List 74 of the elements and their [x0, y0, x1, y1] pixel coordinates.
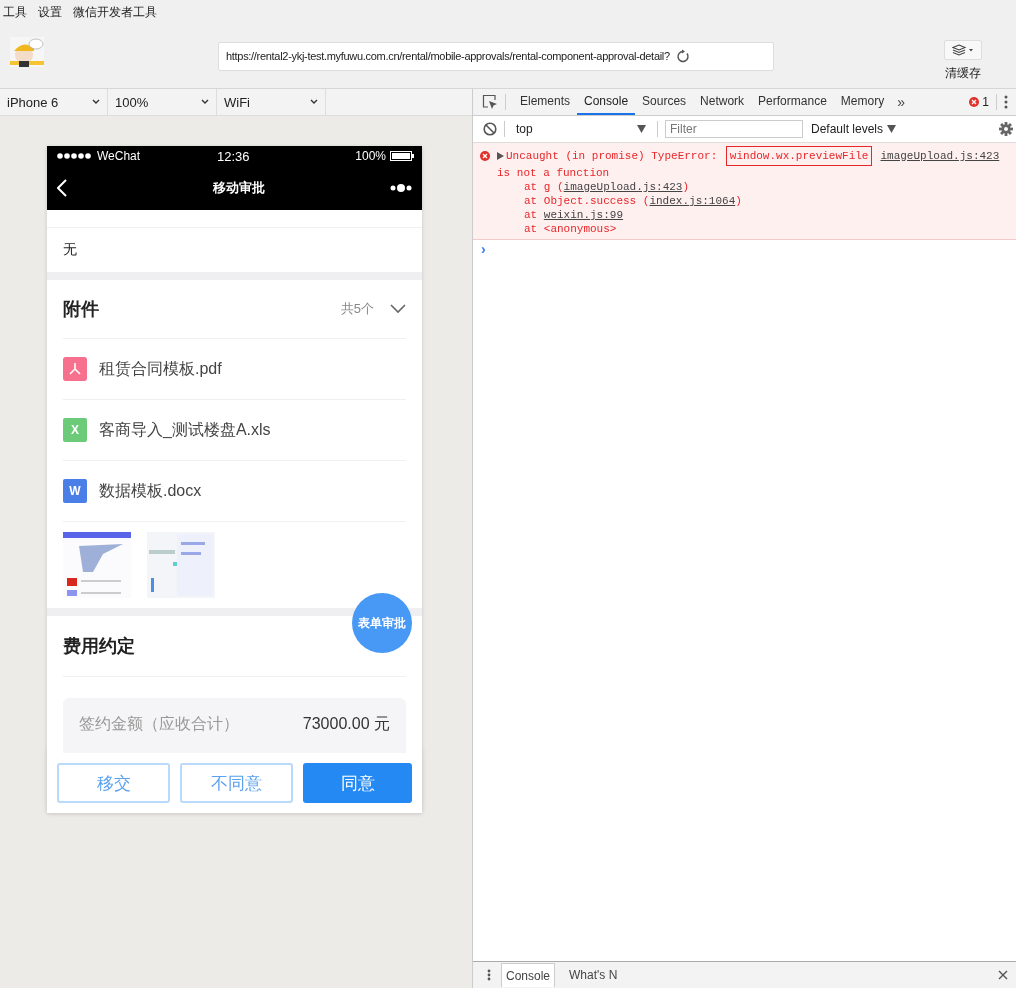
- layers-dropdown-button[interactable]: [944, 40, 982, 60]
- layers-icon: [952, 44, 974, 56]
- drawer-tab[interactable]: Console: [501, 963, 556, 987]
- signal-icon: [57, 153, 93, 159]
- device-select[interactable]: iPhone 6: [0, 89, 108, 115]
- expand-triangle-icon[interactable]: [497, 152, 504, 160]
- more-icon[interactable]: [390, 184, 412, 192]
- more-tabs-button[interactable]: »: [897, 94, 905, 110]
- menu-item[interactable]: 微信开发者工具: [73, 3, 157, 21]
- file-link[interactable]: 客商导入_测试楼盘A.xls: [99, 419, 271, 441]
- menu-item[interactable]: 设置: [38, 3, 62, 21]
- document-file-icon: W: [63, 479, 87, 503]
- error-message: is not a function: [496, 166, 611, 180]
- fee-value: 73000.00 元: [302, 713, 390, 734]
- filter-field[interactable]: Filter: [665, 120, 803, 138]
- source-link[interactable]: index.js:1064: [649, 194, 736, 208]
- file-link[interactable]: 租赁合同模板.pdf: [99, 358, 222, 380]
- source-link[interactable]: imageUpload.js:423: [563, 180, 683, 194]
- highlighted-error-text: window.wx.previewFile: [725, 146, 873, 166]
- kebab-menu-icon[interactable]: [487, 969, 491, 981]
- kebab-menu-icon[interactable]: [1004, 95, 1008, 109]
- devtools-tab[interactable]: Performance: [751, 89, 834, 115]
- chevron-icon: [310, 99, 318, 105]
- avatar-icon[interactable]: [10, 37, 44, 67]
- drawer-tab[interactable]: What's N: [565, 963, 622, 987]
- log-levels-select[interactable]: Default levels: [811, 122, 897, 136]
- remark-text: 无: [63, 241, 77, 259]
- console-prompt[interactable]: ›: [473, 240, 1016, 258]
- stack-frame: at: [524, 208, 544, 222]
- battery-icon: [390, 151, 414, 161]
- stack-frame: at <anonymous>: [524, 222, 617, 236]
- devtools-tab[interactable]: Memory: [833, 89, 892, 115]
- refresh-icon[interactable]: [675, 49, 690, 63]
- error-message: Uncaught (in promise) TypeError:: [506, 149, 719, 163]
- devtools-tab[interactable]: Console: [577, 89, 636, 115]
- address-field[interactable]: https://rental2-ykj-test.myfuwu.com.cn/rental/mobile-approvals/rental-component-approval-detail?: [218, 41, 774, 71]
- device-select[interactable]: WiFi: [217, 89, 326, 115]
- carrier-label: WeChat: [97, 149, 141, 163]
- devtools-tab[interactable]: Network: [693, 89, 752, 115]
- close-icon[interactable]: [998, 970, 1008, 980]
- error-icon: [480, 151, 490, 161]
- chevron-icon: [201, 99, 209, 105]
- clear-console-icon[interactable]: [483, 122, 497, 136]
- dropdown-triangle-icon: [637, 125, 646, 133]
- error-count[interactable]: 1: [982, 95, 989, 109]
- source-link[interactable]: weixin.js:99: [543, 208, 624, 222]
- chevron-icon[interactable]: [390, 304, 406, 314]
- page-title: 移动审批: [212, 179, 265, 197]
- file-link[interactable]: 数据模板.docx: [99, 480, 202, 502]
- menu-item[interactable]: 工具: [3, 3, 27, 21]
- attachment-count: 共5个: [340, 300, 374, 318]
- chevron-icon: [92, 99, 100, 105]
- stack-frame: at g (: [524, 180, 564, 194]
- clear-cache-label: 清缓存: [945, 65, 981, 82]
- battery-percent: 100%: [355, 149, 386, 163]
- inspect-icon[interactable]: [482, 94, 498, 110]
- back-icon[interactable]: [57, 179, 67, 197]
- fee-label: 签约金额（应收合计）: [79, 713, 239, 734]
- devtools-tab[interactable]: Sources: [635, 89, 694, 115]
- source-link[interactable]: imageUpload.js:423: [880, 149, 1000, 163]
- settings-icon[interactable]: [999, 122, 1013, 136]
- context-select[interactable]: top: [512, 122, 650, 136]
- section-title: 附件: [63, 298, 99, 321]
- section-title: 费用约定: [63, 635, 135, 658]
- stack-frame: at Object.success (: [524, 194, 650, 208]
- status-time: 12:36: [217, 148, 250, 164]
- devtools-tab[interactable]: Elements: [513, 89, 578, 115]
- spreadsheet-file-icon: X: [63, 418, 87, 442]
- stack-frame: ): [735, 194, 742, 208]
- stack-frame: ): [682, 180, 690, 194]
- dropdown-triangle-icon: [887, 125, 897, 133]
- error-icon: [969, 97, 980, 107]
- action-button[interactable]: 同意: [303, 763, 412, 803]
- device-select[interactable]: 100%: [108, 89, 217, 115]
